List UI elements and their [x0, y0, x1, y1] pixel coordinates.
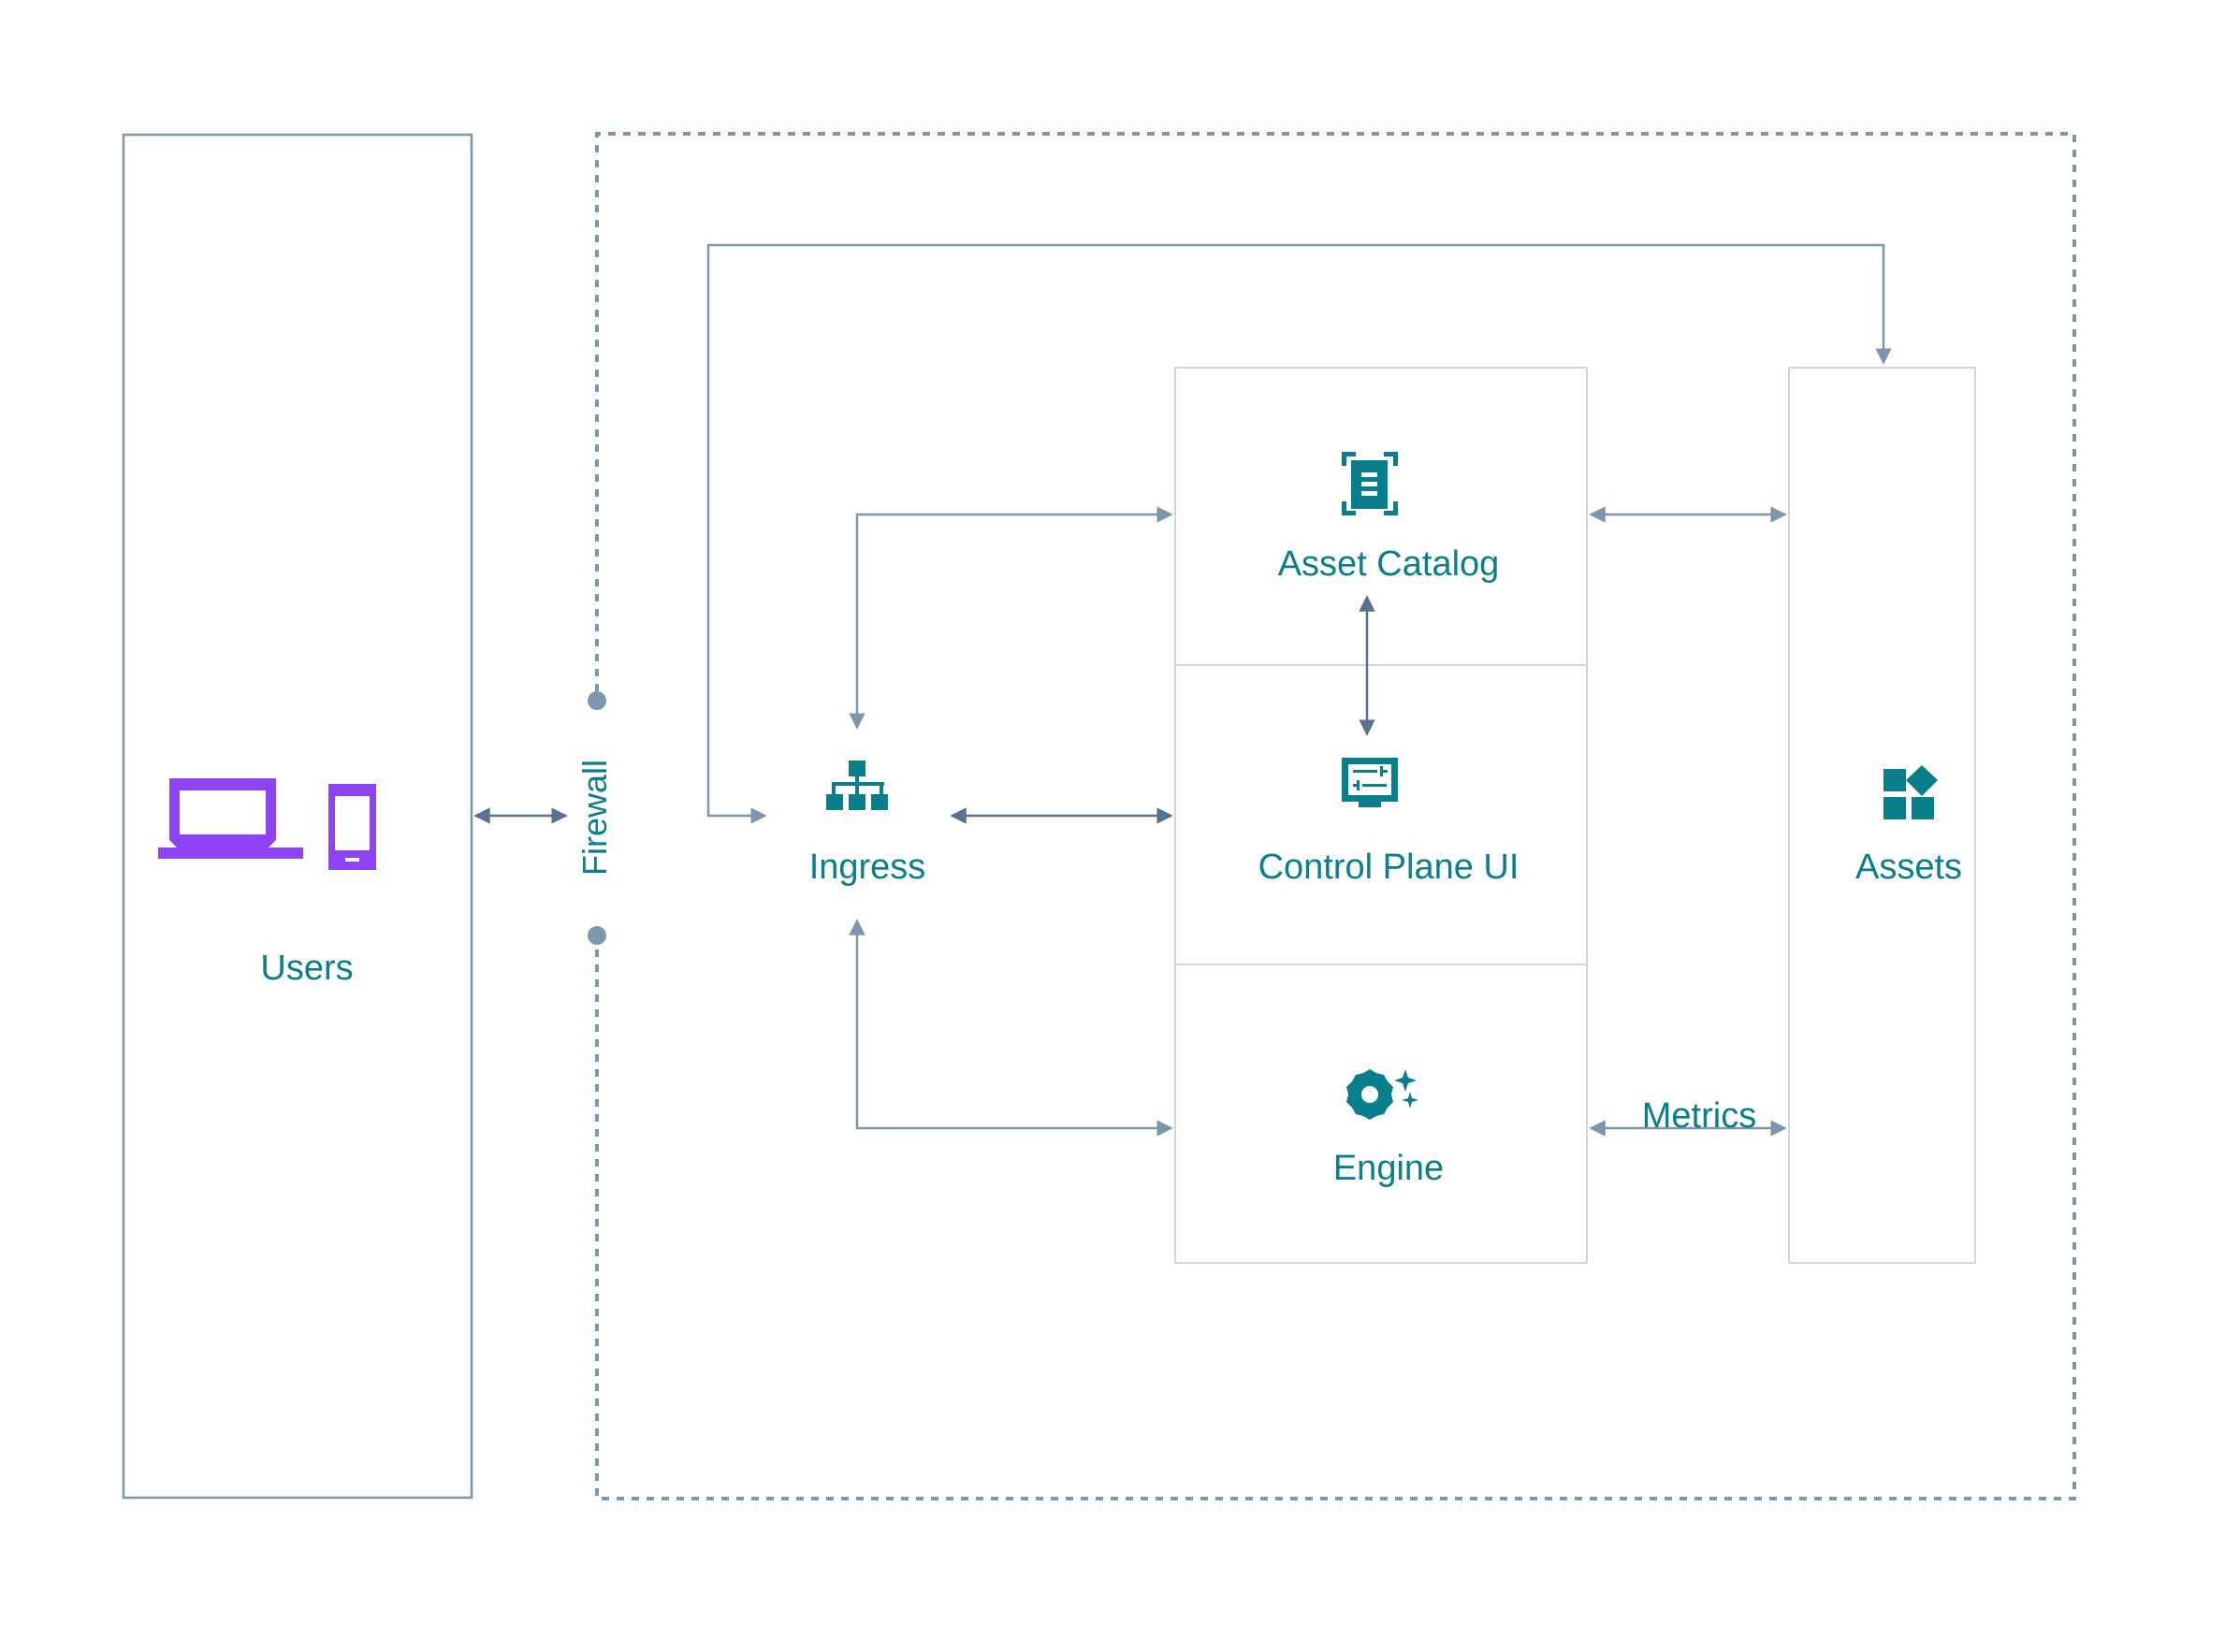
network-boundary: [595, 132, 2076, 1500]
assets-label[interactable]: Assets: [1855, 848, 1962, 888]
asset-catalog-box[interactable]: [1174, 367, 1588, 666]
metrics-edge-label: Metrics: [1641, 1096, 1757, 1136]
control-plane-ui-box[interactable]: [1174, 664, 1588, 965]
architecture-diagram: [122, 132, 2076, 1500]
sitemap-icon: [826, 761, 888, 810]
gear-sparkle-icon: [1346, 1069, 1418, 1120]
monitor-settings-icon: [1342, 758, 1398, 807]
edge-engine-ingress: [849, 919, 1173, 1137]
firewall-label: Firewall: [575, 759, 614, 877]
firewall-bottom-dot: [588, 926, 606, 945]
widgets-icon: [1883, 765, 1938, 819]
asset-catalog-label[interactable]: Asset Catalog: [1278, 544, 1500, 585]
ingress-label[interactable]: Ingress: [809, 848, 926, 888]
laptop-icon: [158, 778, 303, 859]
users-label: Users: [260, 949, 354, 988]
firewall-top-dot: [588, 691, 606, 710]
edge-catalog-ingress: [849, 506, 1173, 730]
engine-label[interactable]: Engine: [1333, 1149, 1444, 1189]
mobile-phone-icon: [328, 784, 376, 870]
assets-box[interactable]: [1788, 367, 1976, 1264]
control-plane-ui-label[interactable]: Control Plane UI: [1258, 848, 1520, 888]
edge-assets-ingress-loop: [706, 243, 1892, 824]
document-scan-icon: [1342, 452, 1398, 515]
